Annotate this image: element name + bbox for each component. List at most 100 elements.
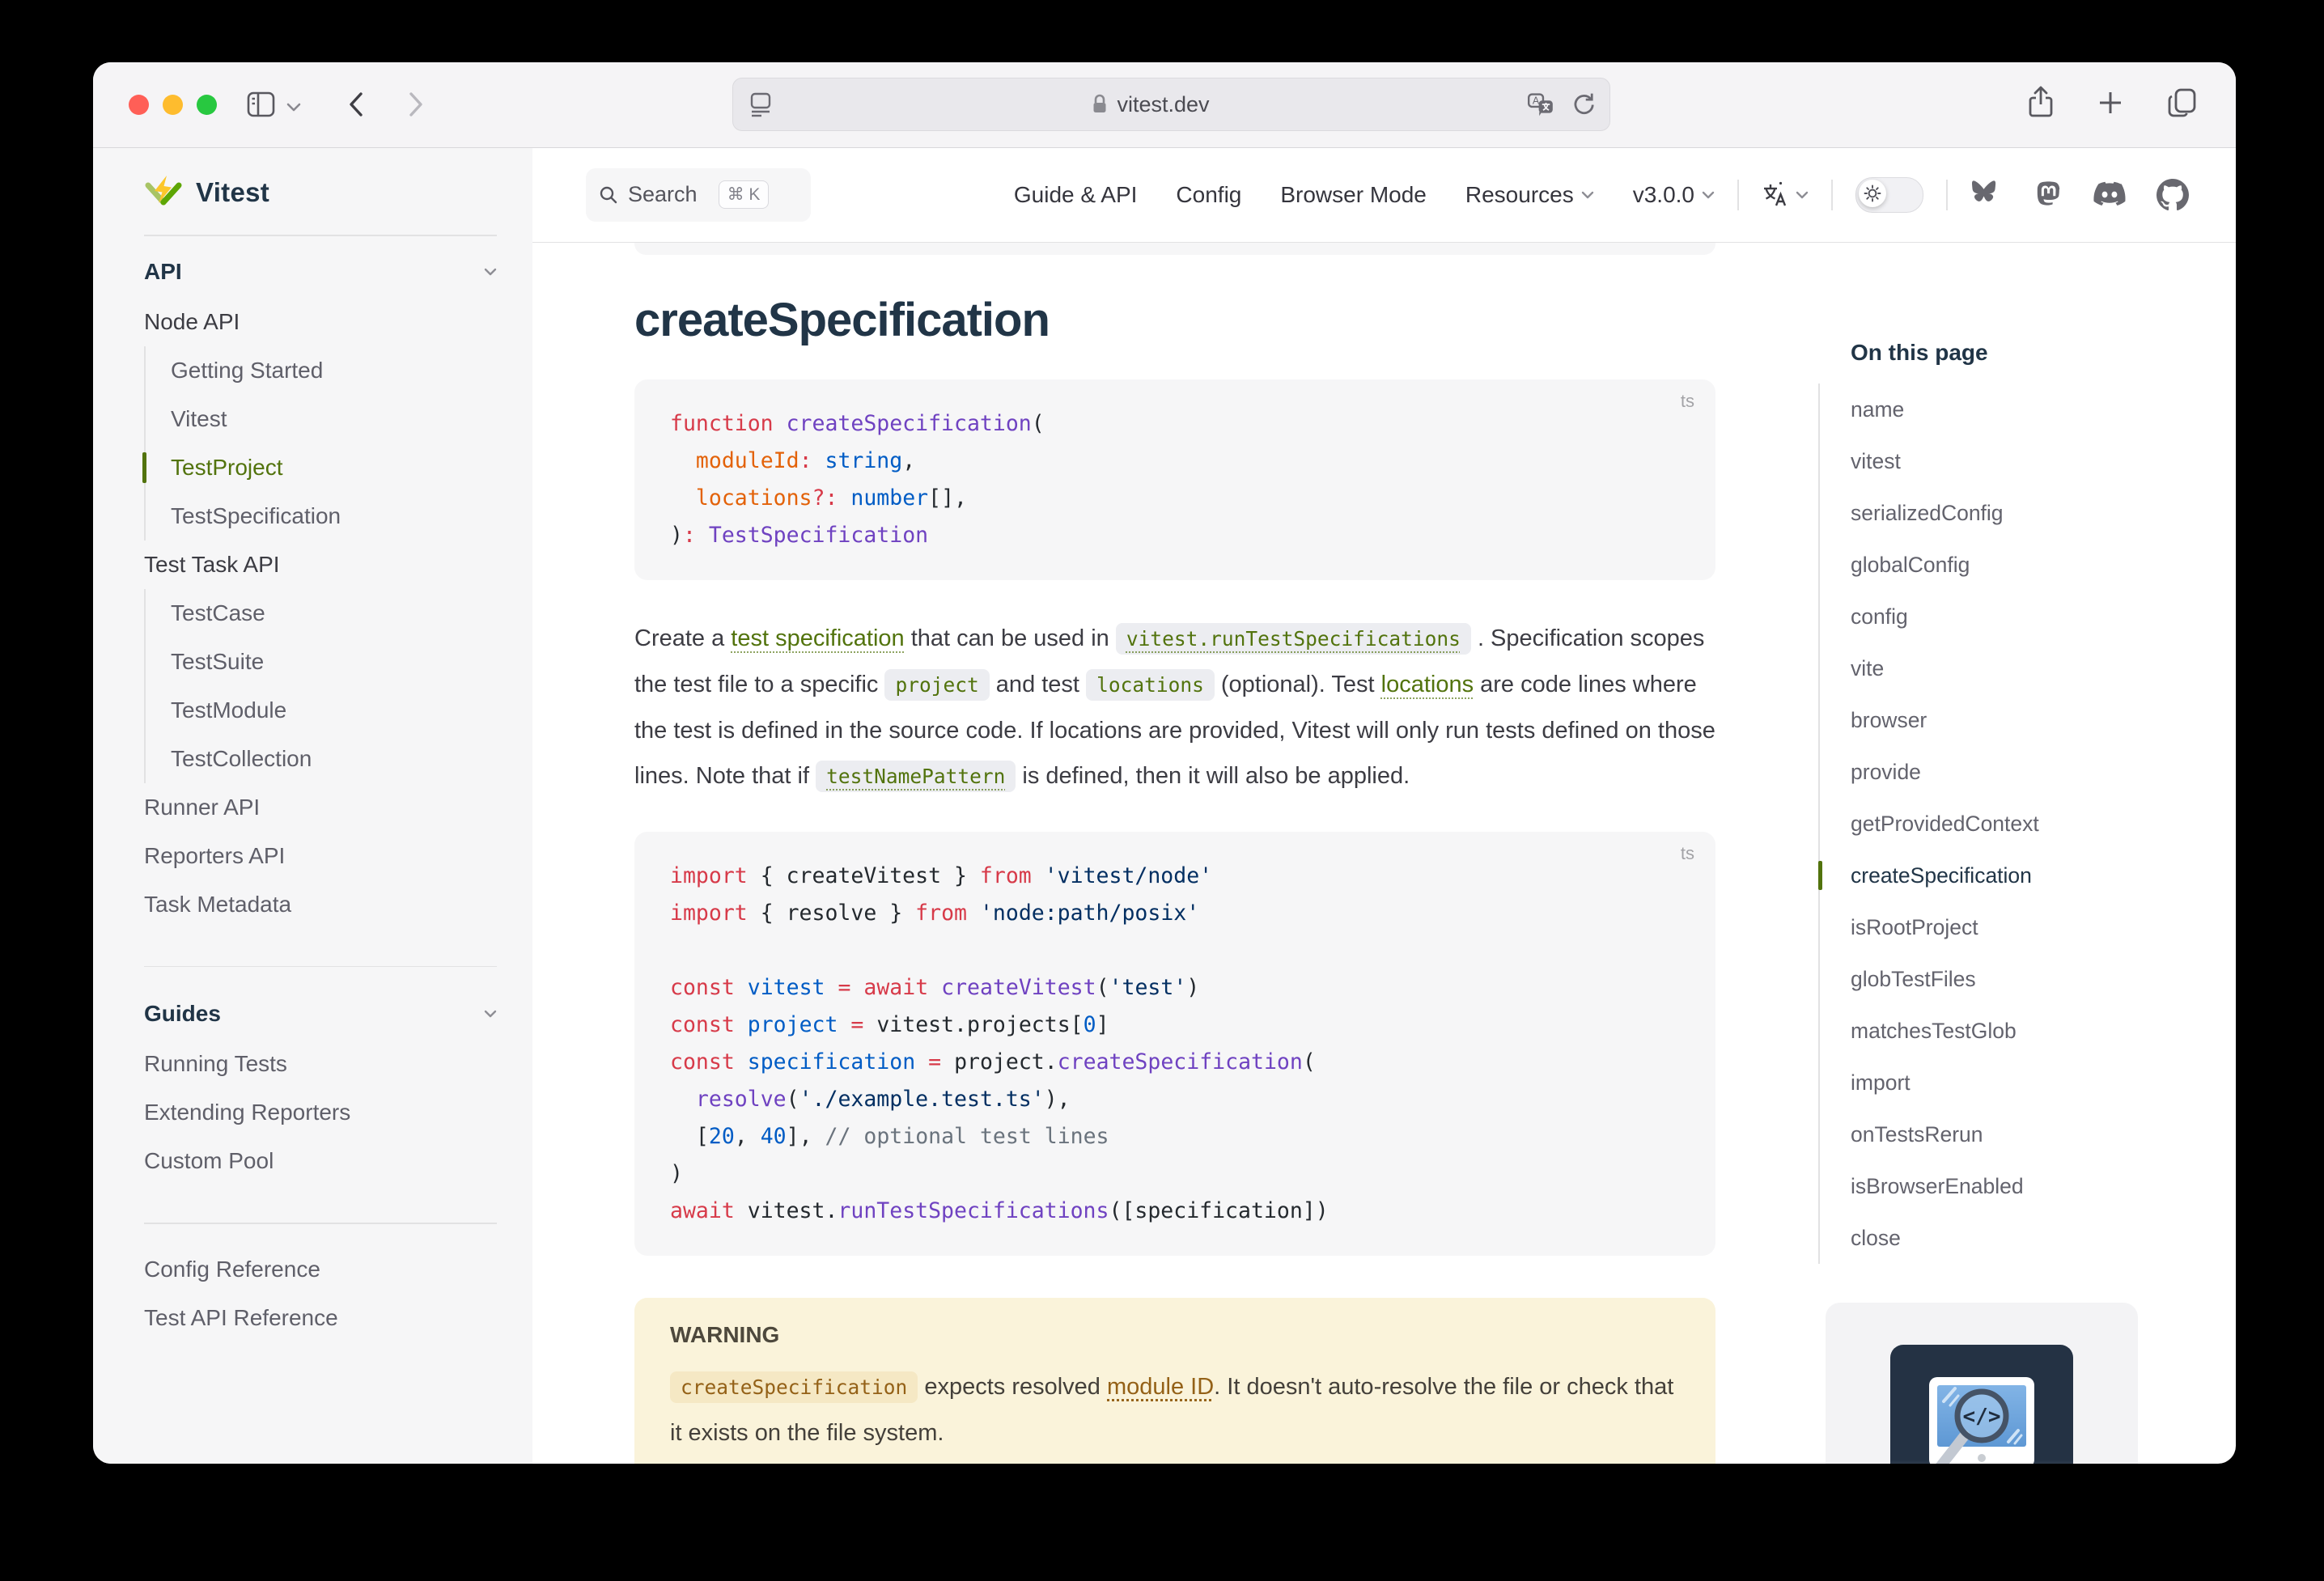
- inline-code: createSpecification: [670, 1371, 918, 1403]
- sidebar-item-vitest[interactable]: Vitest: [171, 395, 497, 443]
- logo[interactable]: Vitest: [144, 170, 497, 215]
- sidebar-section-api[interactable]: API: [144, 246, 497, 298]
- toc-list: namevitestserializedConfigglobalConfigco…: [1818, 384, 2207, 1264]
- sidebar-item-getting-started[interactable]: Getting Started: [171, 346, 497, 395]
- bluesky-icon[interactable]: [1970, 180, 2003, 210]
- chevron-down-icon: [484, 267, 497, 277]
- sidebar-menu-chevron-icon[interactable]: [286, 101, 302, 112]
- code-lang-badge: ts: [1681, 843, 1694, 864]
- nav-link-guide-api[interactable]: Guide & API: [1014, 182, 1138, 208]
- sidebar-group-node-api[interactable]: Node API: [144, 298, 497, 346]
- top-navbar: Search ⌘ K Guide & API Config Browser Mode…: [532, 147, 2236, 243]
- inline-code-link-vitest-runtestspecifications[interactable]: vitest.runTestSpecifications: [1116, 623, 1471, 655]
- inline-link-module-id[interactable]: module ID: [1107, 1374, 1214, 1400]
- url-domain: vitest.dev: [1117, 92, 1209, 117]
- theme-toggle[interactable]: [1855, 177, 1923, 213]
- warning-body: createSpecification expects resolved mod…: [670, 1364, 1680, 1456]
- toc-item-vite[interactable]: vite: [1851, 642, 2207, 694]
- window-controls: [129, 95, 217, 115]
- toc-item-import[interactable]: import: [1851, 1057, 2207, 1108]
- toc-item-getprovidedcontext[interactable]: getProvidedContext: [1851, 798, 2207, 850]
- divider: [1946, 180, 1948, 210]
- sidebar-item-reporters-api[interactable]: Reporters API: [144, 832, 497, 880]
- toc-item-config[interactable]: config: [1851, 591, 2207, 642]
- toc-item-serializedconfig[interactable]: serializedConfig: [1851, 487, 2207, 539]
- inline-link-test-specification[interactable]: test specification: [731, 625, 904, 651]
- inline-code-link-testnamepattern[interactable]: testNamePattern: [816, 761, 1016, 792]
- code-lang-badge: ts: [1681, 391, 1694, 412]
- zoom-window-button[interactable]: [197, 95, 217, 115]
- minimize-window-button[interactable]: [163, 95, 183, 115]
- address-bar[interactable]: vitest.dev A: [732, 78, 1610, 131]
- discord-icon[interactable]: [2092, 180, 2127, 210]
- forward-icon[interactable]: [405, 89, 426, 120]
- nav-link-config[interactable]: Config: [1176, 182, 1241, 208]
- url-text[interactable]: vitest.dev: [774, 92, 1527, 117]
- sidebar-item-extending-reporters[interactable]: Extending Reporters: [144, 1088, 497, 1137]
- sun-icon: [1864, 184, 1881, 202]
- sidebar-item-testcollection[interactable]: TestCollection: [171, 735, 497, 783]
- social-links: [1970, 179, 2189, 211]
- sidebar-item-testcase[interactable]: TestCase: [171, 589, 497, 638]
- sidebar-item-test-api-reference[interactable]: Test API Reference: [144, 1294, 497, 1342]
- sidebar-item-custom-pool[interactable]: Custom Pool: [144, 1137, 497, 1185]
- sidebar-item-runner-api[interactable]: Runner API: [144, 783, 497, 832]
- sidebar-item-running-tests[interactable]: Running Tests: [144, 1040, 497, 1088]
- sidebar-item-config-reference[interactable]: Config Reference: [144, 1245, 497, 1294]
- share-icon[interactable]: [2027, 85, 2055, 121]
- sidebar-item-testproject[interactable]: TestProject: [171, 443, 497, 492]
- toc-item-vitest[interactable]: vitest: [1851, 435, 2207, 487]
- sidebar-toggle-icon[interactable]: [245, 89, 278, 120]
- search-label: Search: [628, 182, 698, 207]
- toc-item-globtestfiles[interactable]: globTestFiles: [1851, 953, 2207, 1005]
- github-icon[interactable]: [2156, 179, 2189, 211]
- sidebar-item-task-metadata[interactable]: Task Metadata: [144, 880, 497, 929]
- toc-item-matchestestglob[interactable]: matchesTestGlob: [1851, 1005, 2207, 1057]
- search-button[interactable]: Search ⌘ K: [586, 168, 811, 222]
- browser-window: vitest.dev A: [93, 62, 2236, 1464]
- chevron-down-icon: [1702, 190, 1715, 200]
- inline-code: project: [884, 669, 989, 701]
- active-marker: [1818, 861, 1822, 890]
- code: function createSpecification( moduleId: …: [670, 405, 1680, 554]
- new-tab-icon[interactable]: [2097, 89, 2124, 117]
- sidebar-section-guides[interactable]: Guides: [144, 988, 497, 1040]
- on-this-page: On this page namevitestserializedConfigg…: [1818, 243, 2207, 1264]
- sidebar-item-testmodule[interactable]: TestModule: [171, 686, 497, 735]
- code-scanner-illustration: </>: [1890, 1345, 2073, 1464]
- language-menu[interactable]: [1762, 181, 1809, 209]
- toc-item-name[interactable]: name: [1851, 384, 2207, 435]
- close-window-button[interactable]: [129, 95, 149, 115]
- divider: [1831, 180, 1833, 210]
- toc-item-browser[interactable]: browser: [1851, 694, 2207, 746]
- reload-icon[interactable]: [1571, 91, 1595, 117]
- lock-icon: [1091, 93, 1109, 116]
- sidebar-nav: APINode APIGetting StartedVitestTestProj…: [144, 246, 497, 1342]
- toc-item-isbrowserenabled[interactable]: isBrowserEnabled: [1851, 1160, 2207, 1212]
- sidebar-item-testsuite[interactable]: TestSuite: [171, 638, 497, 686]
- tabs-overview-icon[interactable]: [2166, 87, 2199, 119]
- code-block-example: ts import { createVitest } from 'vitest/…: [634, 832, 1715, 1256]
- toc-item-createspecification[interactable]: createSpecification: [1851, 850, 2207, 901]
- page-title: createSpecification: [634, 294, 1715, 347]
- nav-link-resources[interactable]: Resources: [1465, 182, 1594, 208]
- toc-item-globalconfig[interactable]: globalConfig: [1851, 539, 2207, 591]
- inline-link-locations[interactable]: locations: [1381, 672, 1474, 697]
- nav-link-v3-0-0[interactable]: v3.0.0: [1633, 182, 1715, 208]
- reader-icon[interactable]: [748, 90, 774, 119]
- toc-item-provide[interactable]: provide: [1851, 746, 2207, 798]
- toc-item-ontestsrerun[interactable]: onTestsRerun: [1851, 1108, 2207, 1160]
- translate-icon[interactable]: A: [1527, 91, 1554, 117]
- back-icon[interactable]: [346, 89, 367, 120]
- nav-link-browser-mode[interactable]: Browser Mode: [1280, 182, 1427, 208]
- mastodon-icon[interactable]: [2032, 179, 2063, 211]
- toc-item-isrootproject[interactable]: isRootProject: [1851, 901, 2207, 953]
- search-shortcut: ⌘ K: [719, 180, 770, 209]
- sidebar-item-testspecification[interactable]: TestSpecification: [171, 492, 497, 540]
- sidebar-group-test-task-api[interactable]: Test Task API: [144, 540, 497, 589]
- divider: [1737, 180, 1739, 210]
- toc-item-close[interactable]: close: [1851, 1212, 2207, 1264]
- previous-code-block-partial: [634, 243, 1715, 255]
- sponsor-ad[interactable]: </>: [1826, 1303, 2138, 1464]
- sidebar-subgroup: TestCaseTestSuiteTestModuleTestCollectio…: [144, 589, 497, 783]
